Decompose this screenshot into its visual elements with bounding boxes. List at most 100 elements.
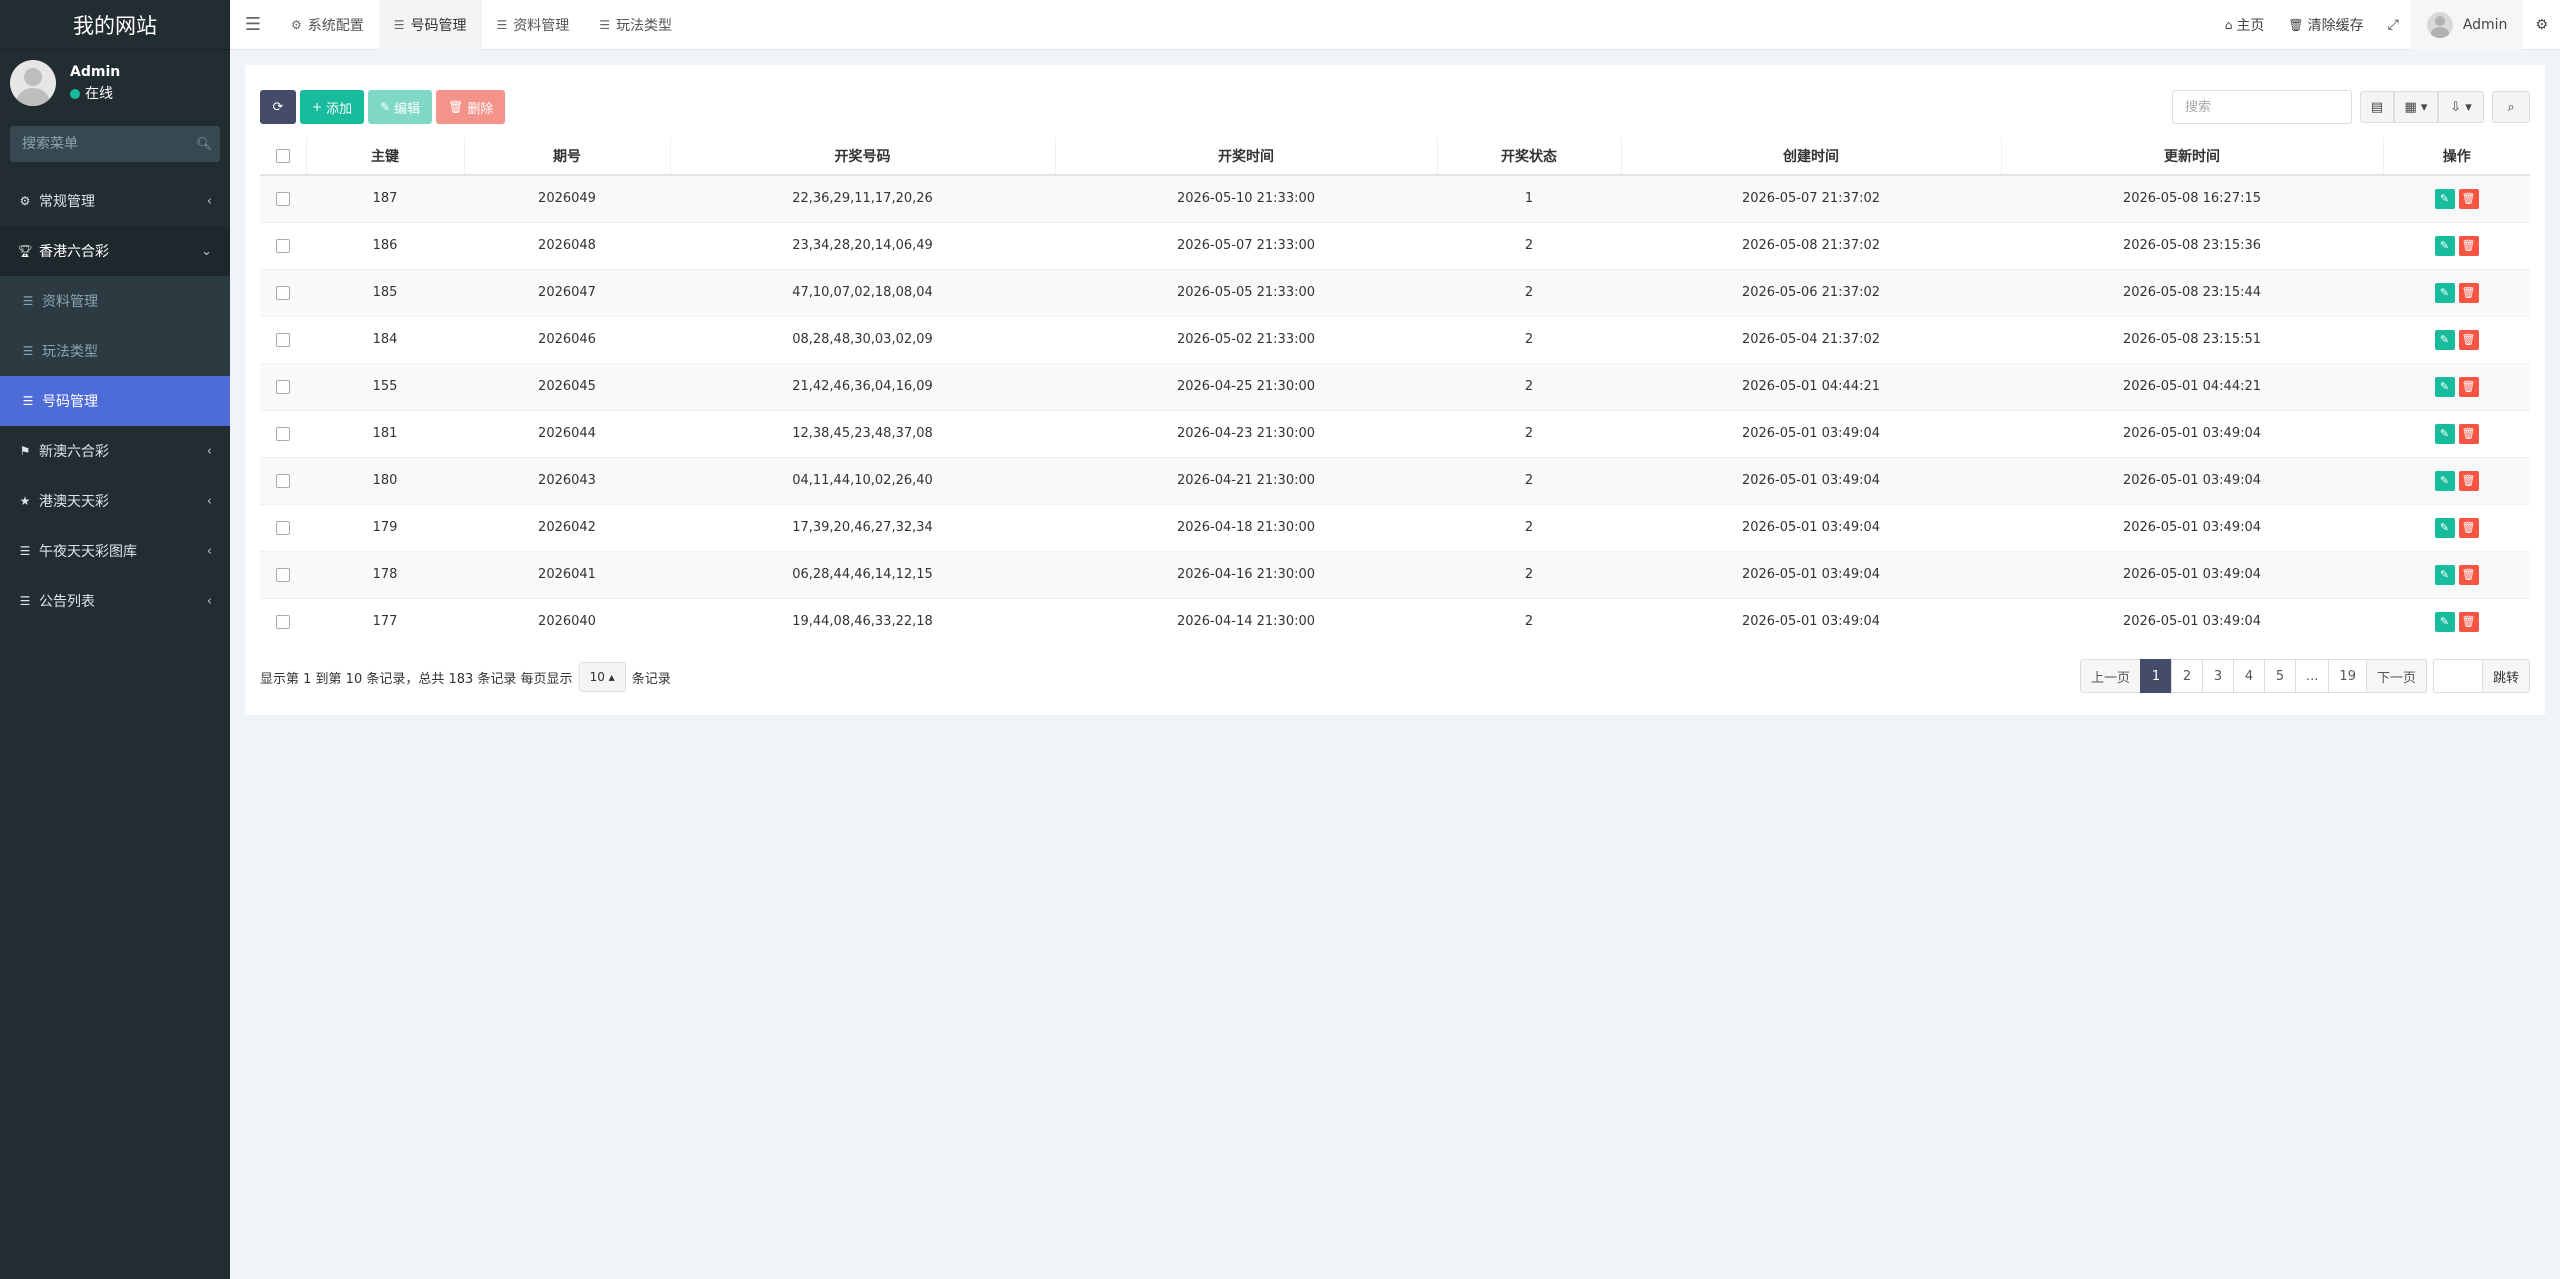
page-2[interactable]: 2 [2171,659,2204,693]
table-row[interactable]: 184 2026046 08,28,48,30,03,02,09 2026-05-02… [260,315,2530,363]
table-row[interactable]: 186 2026048 23,34,28,20,14,06,49 2026-05-07… [260,221,2530,269]
table-row[interactable]: 181 2026044 12,38,45,23,48,37,08 2026-04-23… [260,409,2530,457]
edit-row-icon[interactable]: ✎ [2434,517,2455,538]
edit-row-icon[interactable]: ✎ [2434,282,2455,303]
cell-numbers: 08,28,48,30,03,02,09 [670,315,1055,363]
cell-created: 2026-05-06 21:37:02 [1621,268,2001,316]
row-checkbox[interactable] [276,285,290,300]
row-checkbox[interactable] [276,520,290,535]
sidebar-item-hk-lottery[interactable]: 🏆︎ 香港六合彩 ⌄ [0,226,230,276]
edit-row-icon[interactable]: ✎ [2434,376,2455,397]
row-checkbox[interactable] [276,379,290,394]
col-header-id[interactable]: 主键 [305,137,464,176]
delete-row-icon[interactable]: 🗑︎ [2458,282,2479,303]
row-checkbox[interactable] [276,332,290,347]
export-dropdown-icon[interactable]: ⇩ ▾ [2438,91,2484,123]
table-row[interactable]: 177 2026040 19,44,08,46,33,22,18 2026-04-14… [260,597,2530,645]
next-page-button[interactable]: 下一页 [2365,659,2427,693]
edit-row-icon[interactable]: ✎ [2434,470,2455,491]
row-actions: ✎ 🗑︎ [2383,174,2530,222]
cell-status: 1 [1437,174,1621,222]
cell-status: 2 [1437,409,1621,457]
search-icon[interactable]: ⌕ [2492,91,2530,123]
sidebar-item-general[interactable]: ⚙ 常规管理 ‹ [0,176,230,226]
page-1[interactable]: 1 [2140,659,2173,693]
table-row[interactable]: 178 2026041 06,28,44,46,14,12,15 2026-04-16… [260,550,2530,598]
search-icon[interactable]: 🔍︎ [196,137,213,152]
table-row[interactable]: 180 2026043 04,11,44,10,02,26,40 2026-04-21… [260,456,2530,504]
col-header-status[interactable]: 开奖状态 [1436,137,1621,176]
menu-toggle-icon[interactable]: ☰ [230,0,276,50]
toggle-view-icon[interactable]: ▤ [2360,91,2394,123]
edit-row-icon[interactable]: ✎ [2434,188,2455,209]
tab-data-manage[interactable]: ☰ 资料管理 [482,0,585,50]
site-logo[interactable]: 我的网站 [0,0,230,50]
row-checkbox[interactable] [276,191,290,206]
page-size-select[interactable]: 10 ▴ [578,662,626,692]
sidebar-item-play-type[interactable]: ☰ 玩法类型 [0,326,230,376]
table-row[interactable]: 179 2026042 17,39,20,46,27,32,34 2026-04-18… [260,503,2530,551]
jump-button[interactable]: 跳转 [2481,659,2530,693]
table-search-input[interactable] [2172,90,2352,124]
delete-row-icon[interactable]: 🗑︎ [2458,329,2479,350]
table-row[interactable]: 185 2026047 47,10,07,02,18,08,04 2026-05-05… [260,268,2530,316]
delete-row-icon[interactable]: 🗑︎ [2458,517,2479,538]
page-4[interactable]: 4 [2233,659,2266,693]
row-checkbox[interactable] [276,473,290,488]
tab-number-manage[interactable]: ☰ 号码管理 [378,0,482,50]
edit-row-icon[interactable]: ✎ [2434,564,2455,585]
edit-row-icon[interactable]: ✎ [2434,611,2455,632]
select-all-checkbox[interactable] [275,148,290,163]
delete-row-icon[interactable]: 🗑︎ [2458,470,2479,491]
row-checkbox[interactable] [276,567,290,582]
delete-button[interactable]: 🗑︎ 删除 [436,90,506,124]
add-button[interactable]: + 添加 [300,90,365,124]
row-checkbox[interactable] [276,426,290,441]
tab-label: 号码管理 [410,17,467,34]
edit-row-icon[interactable]: ✎ [2434,423,2455,444]
page-19[interactable]: 19 [2328,659,2367,693]
admin-menu[interactable]: Admin [2410,0,2524,50]
delete-row-icon[interactable]: 🗑︎ [2458,423,2479,444]
edit-row-icon[interactable]: ✎ [2434,235,2455,256]
table-row[interactable]: 187 2026049 22,36,29,11,17,20,26 2026-05-10… [260,174,2530,222]
delete-row-icon[interactable]: 🗑︎ [2458,235,2479,256]
cell-issue: 2026046 [464,315,670,363]
page-5[interactable]: 5 [2264,659,2297,693]
col-header-numbers[interactable]: 开奖号码 [669,137,1055,176]
sidebar-item-label: 公告列表 [39,594,95,610]
sidebar-item-announcements[interactable]: ☰ 公告列表 ‹ [0,576,230,626]
sidebar-item-new-macau[interactable]: ⚑ 新澳六合彩 ‹ [0,426,230,476]
edit-row-icon[interactable]: ✎ [2434,329,2455,350]
sidebar-item-hk-macau-daily[interactable]: ★ 港澳天天彩 ‹ [0,476,230,526]
prev-page-button[interactable]: 上一页 [2080,659,2142,693]
sidebar-item-number-manage[interactable]: ☰ 号码管理 [0,376,230,426]
sidebar-item-data-manage[interactable]: ☰ 资料管理 [0,276,230,326]
col-header-draw-time[interactable]: 开奖时间 [1054,137,1437,176]
delete-row-icon[interactable]: 🗑︎ [2458,376,2479,397]
edit-button[interactable]: ✎ 编辑 [368,90,433,124]
col-header-issue[interactable]: 期号 [463,137,670,176]
jump-page-input[interactable] [2432,659,2483,693]
home-link[interactable]: ⌂ 主页 [2213,0,2277,50]
table-row[interactable]: 155 2026045 21,42,46,36,04,16,09 2026-04-25… [260,362,2530,410]
fullscreen-icon[interactable]: ⤢ [2376,0,2411,50]
delete-row-icon[interactable]: 🗑︎ [2458,188,2479,209]
tab-play-type[interactable]: ☰ 玩法类型 [584,0,687,50]
cell-updated: 2026-05-01 04:44:21 [2001,362,2383,410]
cell-numbers: 06,28,44,46,14,12,15 [670,550,1055,598]
delete-row-icon[interactable]: 🗑︎ [2458,611,2479,632]
delete-row-icon[interactable]: 🗑︎ [2458,564,2479,585]
page-3[interactable]: 3 [2202,659,2235,693]
col-header-updated[interactable]: 更新时间 [2000,137,2383,176]
clear-cache-button[interactable]: 🗑︎ 清除缓存 [2276,0,2375,50]
tab-system-config[interactable]: ⚙ 系统配置 [276,0,379,50]
row-checkbox[interactable] [276,614,290,629]
sidebar-item-midnight-gallery[interactable]: ☰ 午夜天天彩图库 ‹ [0,526,230,576]
cogs-icon[interactable]: ⚙ [2523,0,2560,50]
columns-dropdown-icon[interactable]: ▦ ▾ [2394,91,2438,123]
menu-search-input[interactable] [22,136,196,152]
refresh-button[interactable]: ⟳ [260,90,296,124]
row-checkbox[interactable] [276,238,290,253]
col-header-created[interactable]: 创建时间 [1620,137,2001,176]
